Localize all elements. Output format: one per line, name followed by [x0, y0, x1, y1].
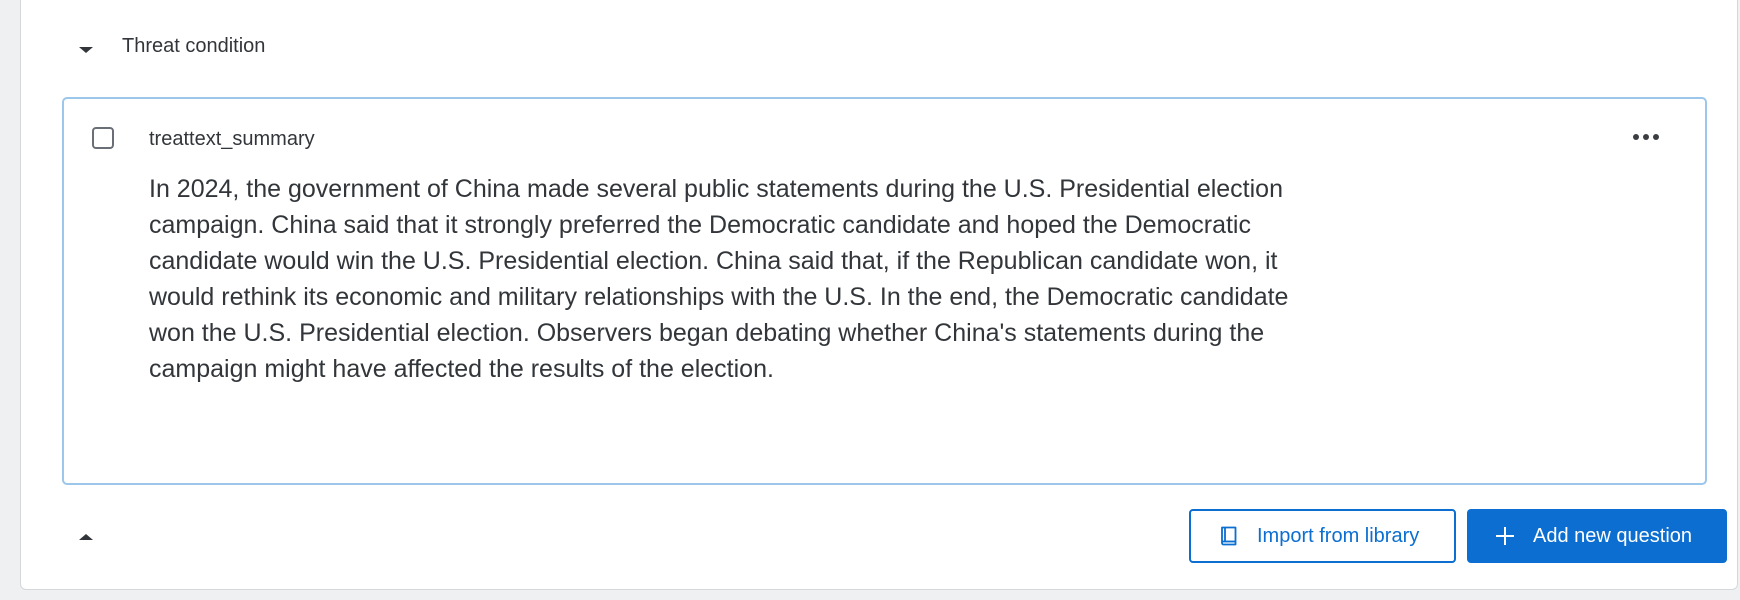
block-collapse-toggle-bottom[interactable] [59, 525, 115, 553]
caret-up-icon [79, 534, 93, 540]
question-options-button[interactable] [1627, 123, 1667, 151]
question-card[interactable]: treattext_summary In 2024, the governmen… [62, 97, 1707, 485]
import-from-library-label: Import from library [1257, 524, 1420, 547]
question-id: treattext_summary [149, 128, 315, 150]
add-new-question-label: Add new question [1533, 524, 1693, 547]
caret-down-icon [79, 47, 93, 53]
book-icon [1221, 526, 1237, 546]
survey-block: Threat condition treattext_summary In 20… [20, 0, 1738, 590]
add-new-question-button[interactable]: Add new question [1467, 509, 1727, 563]
plus-icon [1496, 527, 1514, 545]
block-collapse-button[interactable] [59, 35, 115, 63]
import-from-library-button[interactable]: Import from library [1189, 509, 1456, 563]
more-options-icon [1633, 134, 1639, 140]
block-title: Threat condition [122, 35, 266, 57]
question-select-checkbox[interactable] [92, 127, 114, 149]
question-text[interactable]: In 2024, the government of China made se… [149, 171, 1299, 387]
